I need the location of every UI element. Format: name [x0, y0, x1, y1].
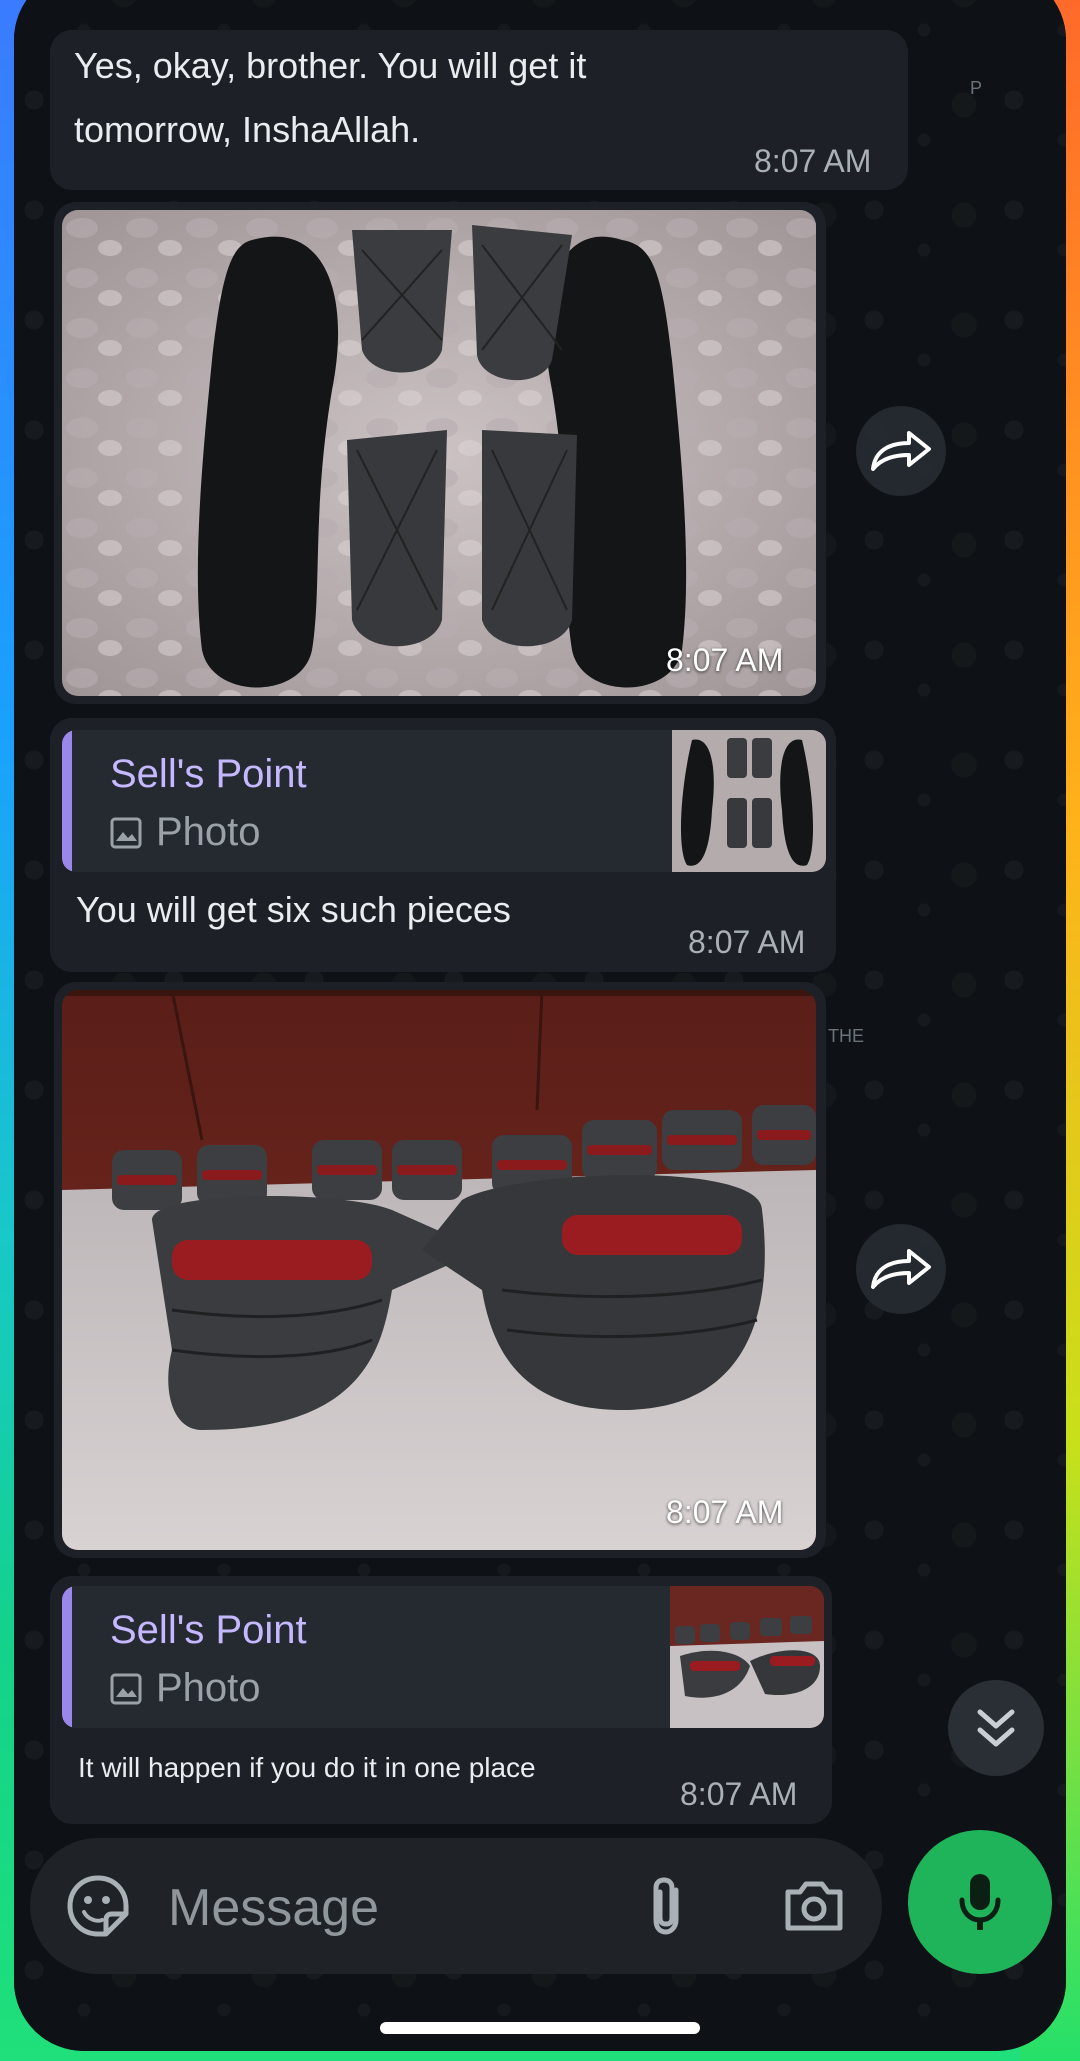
quote-type-label: Photo	[156, 810, 261, 854]
insole-photo[interactable]	[62, 210, 816, 696]
sticker-button[interactable]	[66, 1874, 130, 1938]
quote-accent-bar	[62, 1586, 72, 1728]
reply-message[interactable]: Sell's Point Photo You will get six such…	[50, 718, 836, 972]
forward-button[interactable]	[856, 1224, 946, 1314]
wallpaper-mark-the: THE	[828, 1026, 864, 1046]
scroll-to-bottom-button[interactable]	[948, 1680, 1044, 1776]
quote-thumbnail	[670, 1586, 824, 1728]
heel-insert-photo[interactable]	[62, 990, 816, 1550]
message-time: 8:07 AM	[680, 1776, 798, 1812]
message-time: 8:07 AM	[754, 143, 872, 179]
quote-media-type: Photo	[110, 1666, 261, 1711]
message-text: Yes, okay, brother. You will get it tomo…	[74, 45, 587, 150]
paperclip-icon	[653, 1877, 679, 1935]
voice-message-button[interactable]	[908, 1830, 1052, 1974]
forward-button[interactable]	[856, 406, 946, 496]
forward-icon	[871, 431, 931, 471]
photo-message[interactable]: 8:07 AM	[54, 202, 826, 704]
photo-message[interactable]: 8:07 AM	[54, 982, 826, 1558]
quote-thumbnail	[672, 730, 826, 872]
attach-button[interactable]	[642, 1874, 692, 1938]
quote-sender-name: Sell's Point	[110, 752, 307, 796]
quoted-message[interactable]: Sell's Point Photo	[62, 730, 826, 872]
reply-message[interactable]: Sell's Point Photo It will happen if you…	[50, 1576, 832, 1824]
quote-accent-bar	[62, 730, 72, 872]
quote-type-label: Photo	[156, 1666, 261, 1710]
message-composer[interactable]: Message	[30, 1838, 882, 1974]
wallpaper-mark-p: P	[970, 78, 983, 98]
home-indicator[interactable]	[380, 2022, 700, 2034]
mic-icon	[959, 1874, 1001, 1930]
camera-button[interactable]	[782, 1876, 846, 1936]
image-icon	[110, 817, 142, 848]
sticker-icon	[67, 1875, 129, 1937]
forward-icon	[871, 1249, 931, 1289]
photo-time: 8:07 AM	[666, 642, 784, 678]
double-chevron-down-icon	[977, 1709, 1015, 1747]
quoted-message[interactable]: Sell's Point Photo	[62, 1586, 824, 1728]
photo-time: 8:07 AM	[666, 1494, 784, 1530]
message-bubble[interactable]: Yes, okay, brother. You will get it tomo…	[50, 30, 908, 190]
camera-icon	[785, 1881, 843, 1931]
message-input[interactable]: Message	[168, 1878, 379, 1938]
quote-sender-name: Sell's Point	[110, 1608, 307, 1652]
message-time: 8:07 AM	[688, 924, 806, 960]
image-icon	[110, 1673, 142, 1704]
reply-text: It will happen if you do it in one place	[78, 1752, 536, 1783]
reply-text: You will get six such pieces	[76, 889, 511, 930]
quote-media-type: Photo	[110, 810, 261, 855]
